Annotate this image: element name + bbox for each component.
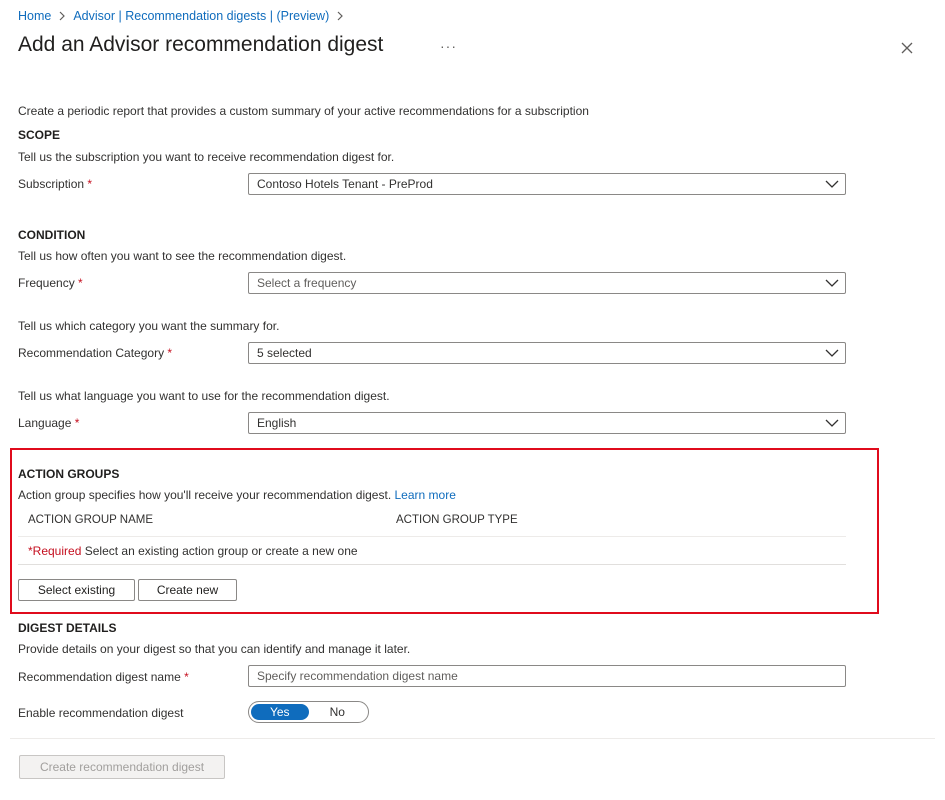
language-dropdown[interactable]: English bbox=[248, 412, 846, 434]
select-existing-button[interactable]: Select existing bbox=[18, 579, 135, 601]
category-value: 5 selected bbox=[257, 346, 312, 360]
page-title: Add an Advisor recommendation digest bbox=[18, 33, 384, 56]
required-message: *Required Select an existing action grou… bbox=[28, 544, 358, 558]
breadcrumb-advisor-link[interactable]: Advisor | Recommendation digests | (Prev… bbox=[73, 9, 329, 23]
required-marker: * bbox=[167, 346, 173, 360]
action-groups-required-row: *Required Select an existing action grou… bbox=[18, 537, 846, 565]
digest-name-label: Recommendation digest name * bbox=[18, 670, 189, 684]
digest-details-description: Provide details on your digest so that y… bbox=[18, 642, 411, 656]
language-label: Language * bbox=[18, 416, 79, 430]
chevron-down-icon bbox=[825, 277, 839, 292]
chevron-down-icon bbox=[825, 347, 839, 362]
category-description: Tell us which category you want the summ… bbox=[18, 319, 280, 333]
digest-name-label-text: Recommendation digest name bbox=[18, 670, 181, 684]
language-value: English bbox=[257, 416, 297, 430]
more-options-button[interactable]: ··· bbox=[440, 38, 457, 54]
toggle-yes-option[interactable]: Yes bbox=[251, 704, 309, 720]
chevron-right-icon bbox=[58, 11, 66, 21]
required-marker: * bbox=[184, 670, 189, 684]
language-label-text: Language bbox=[18, 416, 72, 430]
frequency-description: Tell us how often you want to see the re… bbox=[18, 249, 347, 263]
frequency-label: Frequency * bbox=[18, 276, 83, 290]
condition-heading: CONDITION bbox=[18, 228, 86, 242]
learn-more-link[interactable]: Learn more bbox=[395, 488, 456, 502]
required-text: Select an existing action group or creat… bbox=[84, 544, 358, 558]
subscription-dropdown[interactable]: Contoso Hotels Tenant - PreProd bbox=[248, 173, 846, 195]
subscription-label: Subscription * bbox=[18, 177, 92, 191]
breadcrumb: Home Advisor | Recommendation digests | … bbox=[18, 9, 351, 23]
category-label: Recommendation Category * bbox=[18, 346, 172, 360]
action-groups-heading: ACTION GROUPS bbox=[18, 467, 120, 481]
required-marker: * bbox=[78, 276, 83, 290]
language-description: Tell us what language you want to use fo… bbox=[18, 389, 390, 403]
breadcrumb-home-link[interactable]: Home bbox=[18, 9, 51, 23]
scope-heading: SCOPE bbox=[18, 128, 61, 142]
chevron-right-icon bbox=[336, 11, 344, 21]
chevron-down-icon bbox=[825, 417, 839, 432]
intro-text: Create a periodic report that provides a… bbox=[18, 104, 589, 118]
frequency-placeholder: Select a frequency bbox=[257, 276, 357, 290]
required-marker: * bbox=[74, 416, 80, 430]
action-groups-description: Action group specifies how you'll receiv… bbox=[18, 488, 456, 502]
required-marker: * bbox=[87, 177, 93, 191]
col-action-group-name: ACTION GROUP NAME bbox=[28, 514, 154, 526]
enable-digest-label: Enable recommendation digest bbox=[18, 706, 184, 720]
action-groups-description-text: Action group specifies how you'll receiv… bbox=[18, 488, 392, 502]
category-label-text: Recommendation Category bbox=[18, 346, 165, 360]
subscription-label-text: Subscription bbox=[18, 177, 85, 191]
frequency-label-text: Frequency bbox=[18, 276, 75, 290]
category-dropdown[interactable]: 5 selected bbox=[248, 342, 846, 364]
create-digest-button[interactable]: Create recommendation digest bbox=[19, 755, 225, 779]
scope-description: Tell us the subscription you want to rec… bbox=[18, 150, 395, 164]
frequency-dropdown[interactable]: Select a frequency bbox=[248, 272, 846, 294]
chevron-down-icon bbox=[825, 178, 839, 193]
close-icon[interactable] bbox=[899, 40, 915, 56]
create-new-button[interactable]: Create new bbox=[138, 579, 237, 601]
col-action-group-type: ACTION GROUP TYPE bbox=[396, 514, 518, 526]
subscription-value: Contoso Hotels Tenant - PreProd bbox=[257, 177, 433, 191]
digest-details-heading: DIGEST DETAILS bbox=[18, 621, 117, 635]
footer-divider bbox=[10, 738, 935, 739]
toggle-no-option[interactable]: No bbox=[309, 704, 367, 720]
enable-digest-toggle[interactable]: Yes No bbox=[248, 701, 369, 723]
action-groups-table-header: ACTION GROUP NAME ACTION GROUP TYPE bbox=[18, 504, 846, 537]
digest-name-input[interactable] bbox=[248, 665, 846, 687]
required-tag: *Required bbox=[28, 544, 82, 558]
